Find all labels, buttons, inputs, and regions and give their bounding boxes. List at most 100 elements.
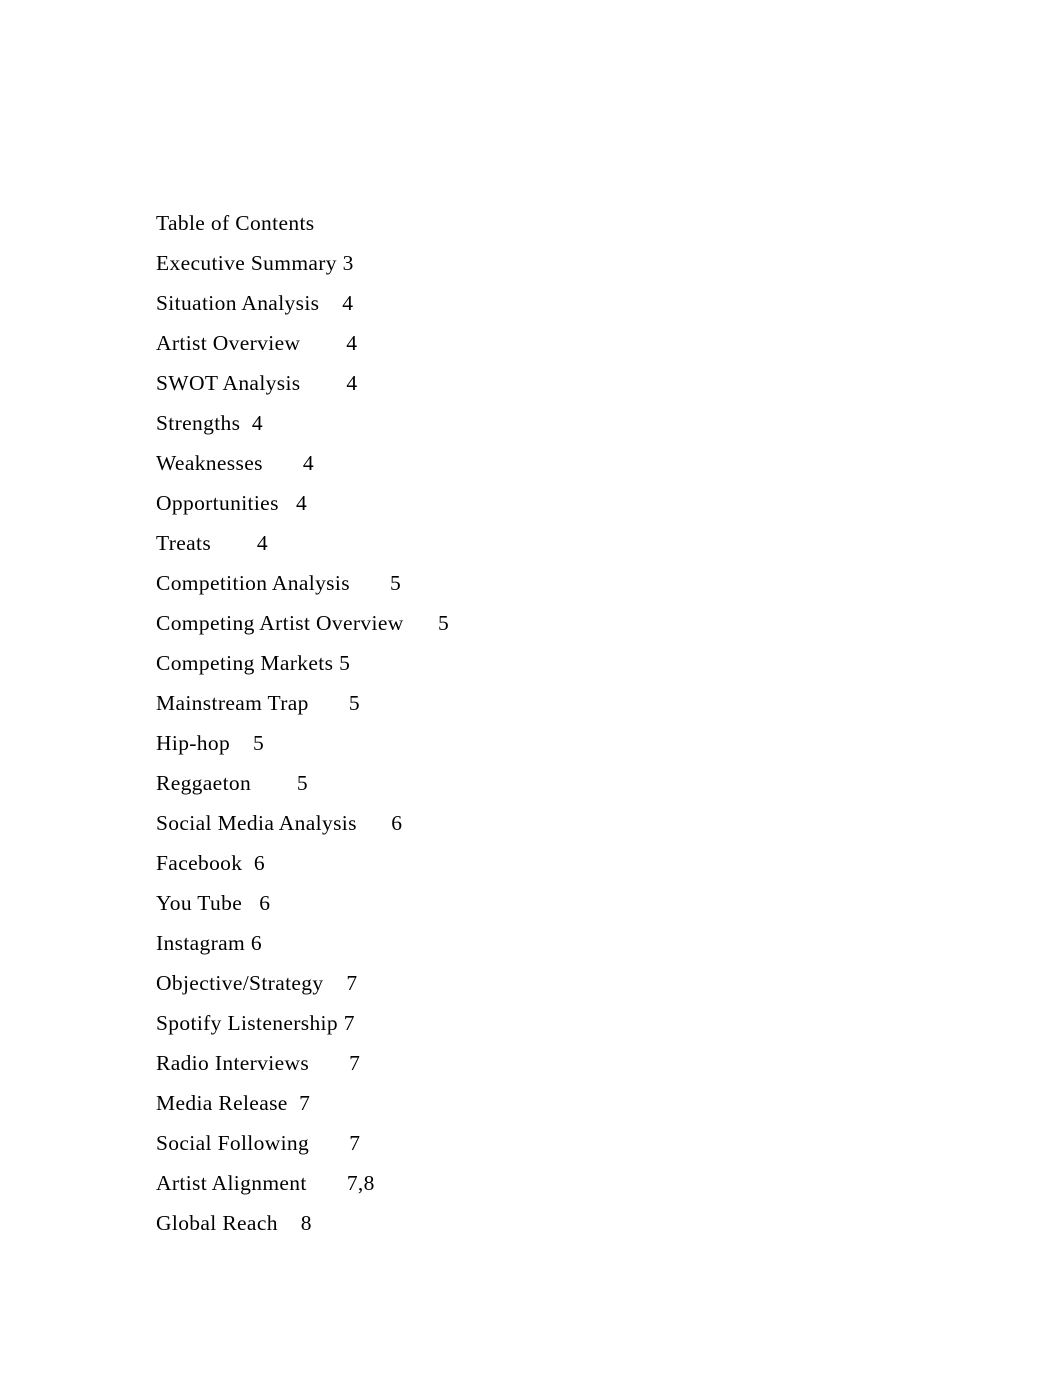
toc-entry-page-number: 4 xyxy=(346,331,358,355)
toc-entry-title: Competing Markets xyxy=(156,651,334,675)
toc-entry-page-number: 5 xyxy=(253,731,265,755)
toc-entry-spacer xyxy=(309,1123,349,1163)
toc-entry[interactable]: Competing Artist Overview 5 xyxy=(156,603,1016,643)
toc-entry-spacer xyxy=(240,403,251,443)
toc-entry-spacer xyxy=(309,683,349,723)
toc-entry-spacer xyxy=(404,603,438,643)
toc-entry-page-number: 3 xyxy=(342,251,354,275)
toc-entry-list: Executive Summary 3 Situation Analysis 4A… xyxy=(156,243,1016,1243)
toc-entry-page-number: 7 xyxy=(343,1011,355,1035)
toc-entry-page-number: 6 xyxy=(253,851,265,875)
toc-entry-spacer xyxy=(307,1163,347,1203)
toc-entry-title: Executive Summary xyxy=(156,251,337,275)
toc-entry-page-number: 4 xyxy=(256,531,268,555)
toc-entry-title: Opportunities xyxy=(156,491,279,515)
toc-entry-spacer xyxy=(324,963,347,1003)
toc-entry-title: Hip-hop xyxy=(156,731,231,755)
toc-entry-title: Radio Interviews xyxy=(156,1051,310,1075)
toc-entry-title: Global Reach xyxy=(156,1211,278,1235)
toc-entry[interactable]: You Tube 6 xyxy=(156,883,1016,923)
toc-entry[interactable]: Facebook 6 xyxy=(156,843,1016,883)
toc-entry[interactable]: Social Media Analysis 6 xyxy=(156,803,1016,843)
toc-entry-title: Treats xyxy=(156,531,212,555)
toc-entry-spacer xyxy=(242,843,253,883)
toc-entry[interactable]: Situation Analysis 4 xyxy=(156,283,1016,323)
toc-entry-spacer xyxy=(350,563,390,603)
toc-entry-title: Mainstream Trap xyxy=(156,691,309,715)
toc-entry-page-number: 6 xyxy=(250,931,262,955)
toc-entry-page-number: 7 xyxy=(349,1051,361,1075)
toc-entry-page-number: 7 xyxy=(346,971,358,995)
table-of-contents: Table of Contents Executive Summary 3 Sit… xyxy=(156,203,1016,1243)
toc-entry-title: Strengths xyxy=(156,411,241,435)
toc-entry-title: Media Release xyxy=(156,1091,288,1115)
toc-entry[interactable]: Objective/Strategy 7 xyxy=(156,963,1016,1003)
toc-entry-spacer xyxy=(263,443,303,483)
toc-entry-page-number: 5 xyxy=(390,571,402,595)
toc-entry-spacer xyxy=(211,523,257,563)
toc-entry-title: Facebook xyxy=(156,851,243,875)
toc-entry[interactable]: Global Reach 8 xyxy=(156,1203,1016,1243)
toc-entry-page-number: 4 xyxy=(251,411,263,435)
toc-entry[interactable]: Competition Analysis 5 xyxy=(156,563,1016,603)
toc-entry-page-number: 4 xyxy=(295,491,308,515)
toc-entry-title: Social Following xyxy=(156,1131,310,1155)
toc-entry-spacer xyxy=(230,723,253,763)
toc-entry-spacer xyxy=(242,883,259,923)
toc-entry[interactable]: Executive Summary 3 xyxy=(156,243,1016,283)
toc-entry[interactable]: Artist Alignment 7,8 xyxy=(156,1163,1016,1203)
toc-entry-title: Weaknesses xyxy=(156,451,263,475)
toc-entry-page-number: 4 xyxy=(346,371,358,395)
toc-entry-spacer xyxy=(288,1083,299,1123)
toc-entry[interactable]: Competing Markets 5 xyxy=(156,643,1016,683)
toc-entry-title: Instagram xyxy=(156,931,246,955)
toc-entry[interactable]: Weaknesses 4 xyxy=(156,443,1016,483)
toc-entry[interactable]: Social Following 7 xyxy=(156,1123,1016,1163)
toc-entry-page-number: 5 xyxy=(437,611,450,635)
toc-entry[interactable]: Opportunities 4 xyxy=(156,483,1016,523)
toc-entry-spacer xyxy=(251,763,297,803)
toc-entry-spacer xyxy=(357,803,391,843)
toc-entry-title: SWOT Analysis xyxy=(156,371,301,395)
toc-entry-page-number: 4 xyxy=(302,451,315,475)
toc-entry-spacer xyxy=(278,1203,301,1243)
toc-entry[interactable]: Radio Interviews 7 xyxy=(156,1043,1016,1083)
toc-entry-page-number: 7 xyxy=(299,1091,311,1115)
toc-entry-title: Objective/Strategy xyxy=(156,971,324,995)
toc-entry[interactable]: Mainstream Trap 5 xyxy=(156,683,1016,723)
toc-entry[interactable]: Artist Overview 4 xyxy=(156,323,1016,363)
toc-entry-page-number: 7 xyxy=(349,1131,361,1155)
toc-entry-page-number: 5 xyxy=(348,691,360,715)
toc-entry-title: Artist Alignment xyxy=(156,1171,307,1195)
toc-heading: Table of Contents xyxy=(156,211,315,235)
toc-entry-page-number: 5 xyxy=(339,651,351,675)
toc-entry-title: Situation Analysis xyxy=(156,291,320,315)
toc-entry[interactable]: Media Release 7 xyxy=(156,1083,1016,1123)
toc-entry-spacer xyxy=(319,283,342,323)
toc-entry[interactable]: Reggaeton 5 xyxy=(156,763,1016,803)
document-page: Table of Contents Executive Summary 3 Sit… xyxy=(0,0,1062,1377)
toc-entry[interactable]: Treats 4 xyxy=(156,523,1016,563)
toc-entry-page-number: 6 xyxy=(259,891,271,915)
toc-entry-page-number: 4 xyxy=(342,291,354,315)
toc-entry-page-number: 7,8 xyxy=(346,1171,375,1195)
toc-entry[interactable]: Hip-hop 5 xyxy=(156,723,1016,763)
toc-entry[interactable]: Strengths 4 xyxy=(156,403,1016,443)
toc-entry-title: Artist Overview xyxy=(156,331,301,355)
toc-entry-page-number: 8 xyxy=(300,1211,312,1235)
toc-entry-spacer xyxy=(279,483,296,523)
toc-entry-title: Competing Artist Overview xyxy=(156,611,404,635)
toc-entry-title: Competition Analysis xyxy=(156,571,350,595)
toc-entry-title: Social Media Analysis xyxy=(156,811,357,835)
toc-entry[interactable]: Spotify Listenership 7 xyxy=(156,1003,1016,1043)
toc-entry-page-number: 5 xyxy=(296,771,309,795)
toc-entry-spacer xyxy=(300,323,346,363)
toc-entry-spacer xyxy=(301,363,347,403)
toc-entry-spacer xyxy=(309,1043,349,1083)
toc-entry-title: Spotify Listenership xyxy=(156,1011,338,1035)
toc-entry[interactable]: Instagram 6 xyxy=(156,923,1016,963)
toc-entry-page-number: 6 xyxy=(391,811,403,835)
toc-entry-title: You Tube xyxy=(156,891,243,915)
toc-entry-title: Reggaeton xyxy=(156,771,252,795)
toc-entry[interactable]: SWOT Analysis 4 xyxy=(156,363,1016,403)
